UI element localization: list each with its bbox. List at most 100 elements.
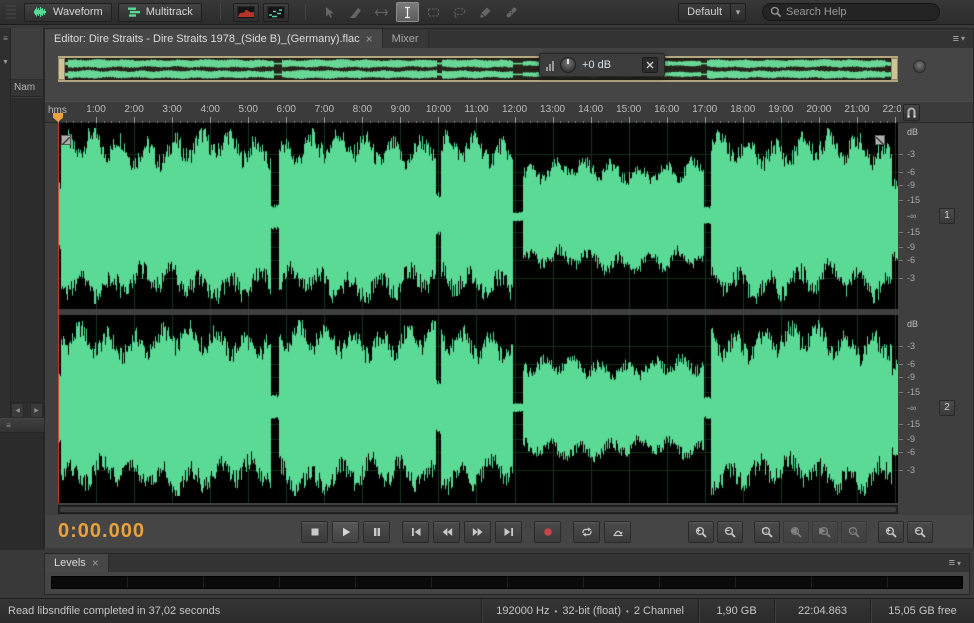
db-scale-label: -6 — [907, 166, 916, 177]
db-scale-label: -9 — [907, 242, 916, 253]
loop-playback-button[interactable] — [573, 521, 600, 543]
horizontal-scrollbar[interactable] — [58, 505, 898, 514]
db-scale-label: -6 — [907, 447, 916, 458]
ruler-tick-label: 15:00 — [616, 104, 642, 115]
hud-dock-button[interactable] — [642, 57, 658, 73]
marquee-selection-tool[interactable] — [422, 2, 445, 22]
skip-selection-button[interactable] — [604, 521, 631, 543]
time-display[interactable]: 0:00.000 — [58, 520, 145, 543]
files-hscrollbar[interactable]: ◀ ▶ — [11, 402, 43, 418]
files-list[interactable] — [11, 98, 43, 402]
waveform-view-button[interactable]: Waveform — [24, 2, 112, 22]
levels-panel-menu-icon[interactable]: ≡ ▾ — [941, 554, 969, 572]
levels-tab[interactable]: Levels × — [45, 554, 109, 572]
spectral-pitch-icon — [266, 5, 285, 19]
zoom-selection-in-button[interactable]: ◀ — [783, 521, 809, 543]
volume-knob[interactable] — [560, 57, 576, 73]
navigator-options-icon[interactable] — [913, 60, 926, 73]
db-scale-tick — [899, 470, 903, 471]
zoom-in-amplitude-button[interactable]: + — [878, 521, 904, 543]
spectral-frequency-button[interactable] — [232, 2, 259, 22]
spectral-pitch-button[interactable] — [262, 2, 289, 22]
files-name-column-header[interactable]: Nam — [11, 80, 43, 97]
scrollbar-thumb[interactable] — [60, 507, 896, 512]
multitrack-view-button[interactable]: Multitrack — [117, 2, 202, 22]
ruler-tick-label: 17:00 — [692, 104, 718, 115]
tools-group — [318, 2, 523, 22]
levels-tab-close-icon[interactable]: × — [92, 557, 99, 569]
pause-button[interactable] — [363, 521, 390, 543]
panel-menu-icon[interactable]: ≡ — [0, 33, 11, 45]
lasso-selection-tool[interactable] — [448, 2, 471, 22]
stop-button[interactable] — [301, 521, 328, 543]
move-tool[interactable] — [318, 2, 341, 22]
channel-1-button[interactable]: 1 — [939, 208, 955, 224]
workspace-selector[interactable]: Default ▾ — [678, 2, 746, 22]
lasso-selection-tool-icon — [453, 7, 465, 18]
hud-volume-panel[interactable]: +0 dB — [539, 53, 665, 77]
left-dock: ≡ ▼ Nam ◀ ▶ ≡ — [0, 28, 44, 550]
paintbrush-selection-tool[interactable] — [474, 2, 497, 22]
status-duration: 22:04.863 — [774, 599, 870, 623]
zoom-in-time-button[interactable]: + — [688, 521, 714, 543]
zoom-selection-out-button[interactable]: ▶ — [812, 521, 838, 543]
db-scale-tick — [899, 232, 903, 233]
status-message: Read libsndfile completed in 37,02 secon… — [8, 605, 221, 617]
fade-out-handle[interactable] — [875, 135, 885, 146]
zoom-navigator[interactable] — [58, 56, 898, 82]
ruler-tick-label: 8:00 — [352, 104, 373, 115]
zoom-out-time-button[interactable]: − — [717, 521, 743, 543]
db-scale: dB -∞ -3 -3 -6 -6 -9 -9 -15 -15 dB -∞ -3 -3 -6 -6 -9 -9 -1… — [899, 123, 943, 503]
editor-content: +0 dB hms 1:00 2:00 3:00 4:00 5:00 6:00 7:00 8:… — [45, 48, 973, 548]
mixer-tab[interactable]: Mixer — [382, 29, 429, 48]
panel-menu-icon[interactable]: ≡ — [3, 420, 14, 432]
level-meter — [51, 576, 963, 589]
waveform-display: dB -∞ -3 -3 -6 -6 -9 -9 -15 -15 dB -∞ -3 -3 -6 -6 -9 -9 -1… — [45, 123, 973, 515]
rewind-button[interactable] — [433, 521, 460, 543]
spot-healing-brush-tool[interactable] — [500, 2, 523, 22]
dock-strip: ≡ ▼ — [0, 28, 11, 418]
play-button[interactable] — [332, 521, 359, 543]
channel-2-button[interactable]: 2 — [939, 400, 955, 416]
zoom-to-selection-button[interactable]: □ — [754, 521, 780, 543]
slip-tool[interactable] — [370, 2, 393, 22]
skip-to-start-button[interactable] — [402, 521, 429, 543]
ruler-tick-label: 14:00 — [578, 104, 604, 115]
panel-menu-icon[interactable]: ≡ ▾ — [945, 29, 973, 48]
fast-forward-button[interactable] — [464, 521, 491, 543]
scroll-right-icon[interactable]: ▶ — [30, 403, 43, 418]
search-box[interactable] — [762, 3, 940, 21]
time-selection-tool[interactable] — [395, 2, 419, 22]
waveform-canvas[interactable] — [58, 123, 898, 503]
db-scale-tick — [899, 278, 903, 279]
scroll-left-icon[interactable]: ◀ — [11, 403, 24, 418]
db-scale-tick — [899, 172, 903, 173]
ruler-tick-label: 7:00 — [314, 104, 335, 115]
collapse-panel-icon[interactable]: ▼ — [0, 57, 11, 69]
editor-tab[interactable]: Editor: Dire Straits - Dire Straits 1978… — [45, 29, 383, 48]
db-scale-tick — [899, 247, 903, 248]
editor-tab-bar: Editor: Dire Straits - Dire Straits 1978… — [45, 29, 973, 48]
db-scale-label: -3 — [907, 273, 916, 284]
search-input[interactable] — [786, 6, 932, 18]
volume-icon — [546, 60, 554, 71]
collapsed-panel-header[interactable]: ≡ — [0, 418, 44, 433]
ruler-tick-label: 2:00 — [124, 104, 144, 115]
zoom-reset-button[interactable]: □ — [841, 521, 867, 543]
tab-close-icon[interactable]: × — [366, 33, 373, 45]
workspace-chevron-icon[interactable]: ▾ — [731, 2, 746, 22]
navigator-right-handle[interactable] — [891, 58, 898, 80]
timeline-ruler[interactable]: hms 1:00 2:00 3:00 4:00 5:00 6:00 7:00 8:00 9:00… — [45, 101, 973, 124]
fade-in-handle[interactable] — [61, 135, 71, 146]
razor-tool[interactable] — [344, 2, 367, 22]
transport-buttons — [301, 521, 631, 543]
skip-to-end-button[interactable] — [495, 521, 522, 543]
navigator-left-handle[interactable] — [58, 58, 65, 80]
zoom-out-amplitude-button[interactable]: − — [907, 521, 933, 543]
record-button[interactable] — [534, 521, 561, 543]
ruler-tick-label: 16:00 — [654, 104, 680, 115]
snap-toggle-button[interactable] — [903, 104, 920, 121]
db-scale-tick — [899, 377, 903, 378]
toolbar-separator — [219, 4, 221, 20]
db-scale-tick — [899, 185, 903, 186]
